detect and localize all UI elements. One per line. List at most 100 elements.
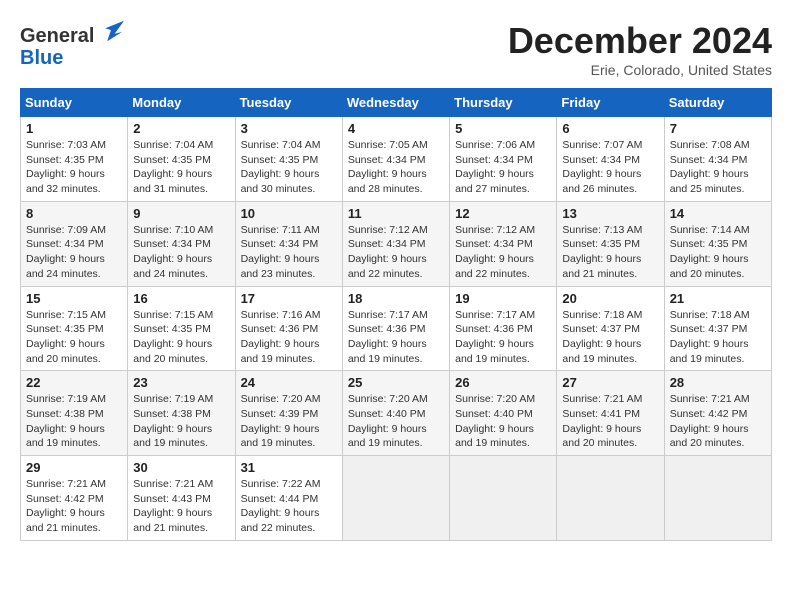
- calendar-table: SundayMondayTuesdayWednesdayThursdayFrid…: [20, 88, 772, 541]
- day-info: Sunrise: 7:14 AMSunset: 4:35 PMDaylight:…: [670, 223, 766, 282]
- day-number: 29: [26, 460, 122, 475]
- day-number: 20: [562, 291, 658, 306]
- day-info: Sunrise: 7:15 AMSunset: 4:35 PMDaylight:…: [26, 308, 122, 367]
- calendar-cell: 12 Sunrise: 7:12 AMSunset: 4:34 PMDaylig…: [450, 201, 557, 286]
- day-info: Sunrise: 7:07 AMSunset: 4:34 PMDaylight:…: [562, 138, 658, 197]
- day-header-monday: Monday: [128, 89, 235, 117]
- calendar-cell: 26 Sunrise: 7:20 AMSunset: 4:40 PMDaylig…: [450, 371, 557, 456]
- day-number: 22: [26, 375, 122, 390]
- calendar-cell: 23 Sunrise: 7:19 AMSunset: 4:38 PMDaylig…: [128, 371, 235, 456]
- calendar-cell: 5 Sunrise: 7:06 AMSunset: 4:34 PMDayligh…: [450, 117, 557, 202]
- day-number: 2: [133, 121, 229, 136]
- day-number: 1: [26, 121, 122, 136]
- logo-bird-icon: [96, 20, 124, 42]
- day-info: Sunrise: 7:13 AMSunset: 4:35 PMDaylight:…: [562, 223, 658, 282]
- logo: General Blue: [20, 20, 124, 69]
- day-info: Sunrise: 7:20 AMSunset: 4:40 PMDaylight:…: [348, 392, 444, 451]
- calendar-cell: 22 Sunrise: 7:19 AMSunset: 4:38 PMDaylig…: [21, 371, 128, 456]
- day-info: Sunrise: 7:15 AMSunset: 4:35 PMDaylight:…: [133, 308, 229, 367]
- day-number: 26: [455, 375, 551, 390]
- day-info: Sunrise: 7:05 AMSunset: 4:34 PMDaylight:…: [348, 138, 444, 197]
- calendar-cell: 7 Sunrise: 7:08 AMSunset: 4:34 PMDayligh…: [664, 117, 771, 202]
- calendar-cell: 6 Sunrise: 7:07 AMSunset: 4:34 PMDayligh…: [557, 117, 664, 202]
- calendar-cell: 28 Sunrise: 7:21 AMSunset: 4:42 PMDaylig…: [664, 371, 771, 456]
- day-info: Sunrise: 7:12 AMSunset: 4:34 PMDaylight:…: [348, 223, 444, 282]
- calendar-week-5: 29 Sunrise: 7:21 AMSunset: 4:42 PMDaylig…: [21, 456, 772, 541]
- calendar-cell: 10 Sunrise: 7:11 AMSunset: 4:34 PMDaylig…: [235, 201, 342, 286]
- day-header-thursday: Thursday: [450, 89, 557, 117]
- calendar-cell: 31 Sunrise: 7:22 AMSunset: 4:44 PMDaylig…: [235, 456, 342, 541]
- day-info: Sunrise: 7:21 AMSunset: 4:43 PMDaylight:…: [133, 477, 229, 536]
- day-info: Sunrise: 7:21 AMSunset: 4:42 PMDaylight:…: [26, 477, 122, 536]
- calendar-header-row: SundayMondayTuesdayWednesdayThursdayFrid…: [21, 89, 772, 117]
- calendar-cell: 18 Sunrise: 7:17 AMSunset: 4:36 PMDaylig…: [342, 286, 449, 371]
- day-header-wednesday: Wednesday: [342, 89, 449, 117]
- day-info: Sunrise: 7:20 AMSunset: 4:39 PMDaylight:…: [241, 392, 337, 451]
- day-number: 23: [133, 375, 229, 390]
- calendar-cell: 15 Sunrise: 7:15 AMSunset: 4:35 PMDaylig…: [21, 286, 128, 371]
- day-info: Sunrise: 7:06 AMSunset: 4:34 PMDaylight:…: [455, 138, 551, 197]
- calendar-cell: 27 Sunrise: 7:21 AMSunset: 4:41 PMDaylig…: [557, 371, 664, 456]
- day-number: 21: [670, 291, 766, 306]
- calendar-cell: 29 Sunrise: 7:21 AMSunset: 4:42 PMDaylig…: [21, 456, 128, 541]
- day-number: 19: [455, 291, 551, 306]
- calendar-cell: 14 Sunrise: 7:14 AMSunset: 4:35 PMDaylig…: [664, 201, 771, 286]
- calendar-cell: [557, 456, 664, 541]
- calendar-cell: 30 Sunrise: 7:21 AMSunset: 4:43 PMDaylig…: [128, 456, 235, 541]
- day-header-sunday: Sunday: [21, 89, 128, 117]
- title-area: December 2024 Erie, Colorado, United Sta…: [508, 20, 772, 78]
- day-info: Sunrise: 7:04 AMSunset: 4:35 PMDaylight:…: [241, 138, 337, 197]
- calendar-week-2: 8 Sunrise: 7:09 AMSunset: 4:34 PMDayligh…: [21, 201, 772, 286]
- logo-text: General Blue: [20, 20, 124, 69]
- day-number: 12: [455, 206, 551, 221]
- calendar-cell: [450, 456, 557, 541]
- day-header-saturday: Saturday: [664, 89, 771, 117]
- day-header-tuesday: Tuesday: [235, 89, 342, 117]
- location-text: Erie, Colorado, United States: [508, 62, 772, 78]
- calendar-cell: [664, 456, 771, 541]
- calendar-cell: 20 Sunrise: 7:18 AMSunset: 4:37 PMDaylig…: [557, 286, 664, 371]
- day-number: 30: [133, 460, 229, 475]
- page-header: General Blue December 2024 Erie, Colorad…: [20, 20, 772, 78]
- day-number: 11: [348, 206, 444, 221]
- day-number: 18: [348, 291, 444, 306]
- calendar-cell: 21 Sunrise: 7:18 AMSunset: 4:37 PMDaylig…: [664, 286, 771, 371]
- calendar-cell: 4 Sunrise: 7:05 AMSunset: 4:34 PMDayligh…: [342, 117, 449, 202]
- calendar-cell: 16 Sunrise: 7:15 AMSunset: 4:35 PMDaylig…: [128, 286, 235, 371]
- calendar-cell: 8 Sunrise: 7:09 AMSunset: 4:34 PMDayligh…: [21, 201, 128, 286]
- day-number: 13: [562, 206, 658, 221]
- day-info: Sunrise: 7:17 AMSunset: 4:36 PMDaylight:…: [455, 308, 551, 367]
- day-info: Sunrise: 7:21 AMSunset: 4:42 PMDaylight:…: [670, 392, 766, 451]
- day-info: Sunrise: 7:20 AMSunset: 4:40 PMDaylight:…: [455, 392, 551, 451]
- calendar-cell: 19 Sunrise: 7:17 AMSunset: 4:36 PMDaylig…: [450, 286, 557, 371]
- calendar-week-4: 22 Sunrise: 7:19 AMSunset: 4:38 PMDaylig…: [21, 371, 772, 456]
- day-info: Sunrise: 7:08 AMSunset: 4:34 PMDaylight:…: [670, 138, 766, 197]
- day-info: Sunrise: 7:10 AMSunset: 4:34 PMDaylight:…: [133, 223, 229, 282]
- day-info: Sunrise: 7:03 AMSunset: 4:35 PMDaylight:…: [26, 138, 122, 197]
- day-number: 25: [348, 375, 444, 390]
- day-info: Sunrise: 7:04 AMSunset: 4:35 PMDaylight:…: [133, 138, 229, 197]
- calendar-cell: [342, 456, 449, 541]
- day-number: 15: [26, 291, 122, 306]
- day-number: 27: [562, 375, 658, 390]
- day-info: Sunrise: 7:19 AMSunset: 4:38 PMDaylight:…: [133, 392, 229, 451]
- day-number: 8: [26, 206, 122, 221]
- day-number: 6: [562, 121, 658, 136]
- day-number: 14: [670, 206, 766, 221]
- day-number: 10: [241, 206, 337, 221]
- day-info: Sunrise: 7:17 AMSunset: 4:36 PMDaylight:…: [348, 308, 444, 367]
- day-number: 17: [241, 291, 337, 306]
- day-number: 9: [133, 206, 229, 221]
- month-title: December 2024: [508, 20, 772, 62]
- day-info: Sunrise: 7:22 AMSunset: 4:44 PMDaylight:…: [241, 477, 337, 536]
- calendar-cell: 11 Sunrise: 7:12 AMSunset: 4:34 PMDaylig…: [342, 201, 449, 286]
- day-number: 4: [348, 121, 444, 136]
- day-info: Sunrise: 7:12 AMSunset: 4:34 PMDaylight:…: [455, 223, 551, 282]
- day-number: 28: [670, 375, 766, 390]
- day-number: 31: [241, 460, 337, 475]
- day-info: Sunrise: 7:19 AMSunset: 4:38 PMDaylight:…: [26, 392, 122, 451]
- day-number: 5: [455, 121, 551, 136]
- calendar-cell: 17 Sunrise: 7:16 AMSunset: 4:36 PMDaylig…: [235, 286, 342, 371]
- day-info: Sunrise: 7:21 AMSunset: 4:41 PMDaylight:…: [562, 392, 658, 451]
- calendar-cell: 9 Sunrise: 7:10 AMSunset: 4:34 PMDayligh…: [128, 201, 235, 286]
